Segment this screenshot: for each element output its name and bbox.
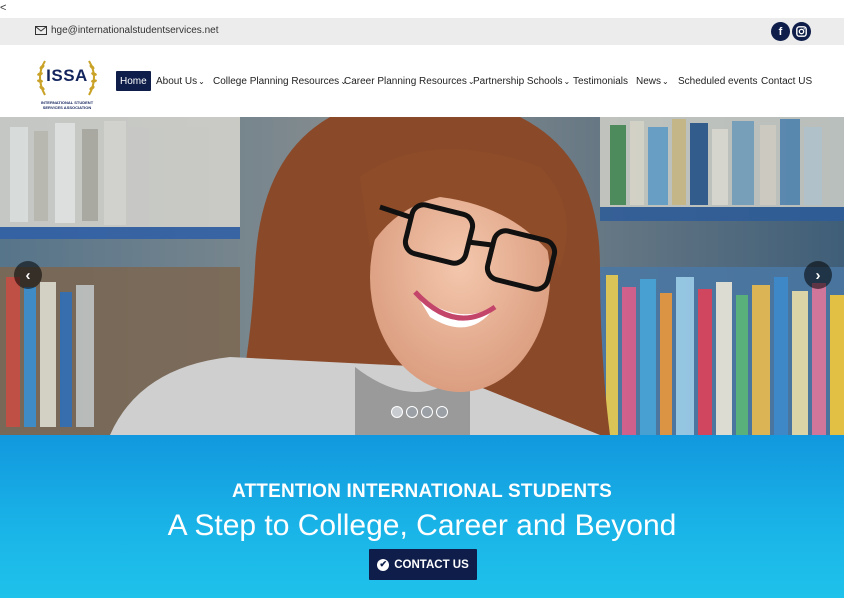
chevron-down-icon: ⌄ xyxy=(662,76,669,86)
logo-subtitle: INTERNATIONAL STUDENT SERVICES ASSOCIATI… xyxy=(40,100,94,110)
nav-testimonials[interactable]: Testimonials xyxy=(573,71,628,91)
nav-home[interactable]: Home xyxy=(116,71,151,91)
nav-home-label: Home xyxy=(120,75,147,87)
slider-dots xyxy=(391,406,451,418)
hero-slider: ‹ › xyxy=(0,117,844,435)
nav-career-planning-label: Career Planning Resources xyxy=(344,75,467,87)
contact-us-button-label: CONTACT US xyxy=(394,558,469,571)
slider-dot[interactable] xyxy=(436,406,448,418)
nav-scheduled-events-label: Scheduled events xyxy=(678,75,758,87)
nav-college-planning[interactable]: College Planning Resources ⌄ xyxy=(213,71,347,91)
nav-contact-us[interactable]: Contact US xyxy=(761,71,812,91)
check-circle-icon: ✔ xyxy=(377,558,390,571)
nav-contact-us-label: Contact US xyxy=(761,75,813,87)
slider-dot[interactable] xyxy=(421,406,433,418)
hero-photo xyxy=(0,117,844,435)
tagline: A Step to College, Career and Beyond xyxy=(167,509,677,542)
cta-band: ATTENTION INTERNATIONAL STUDENTS A Step … xyxy=(0,435,844,598)
slider-next-arrow[interactable]: › xyxy=(804,261,832,289)
nav-news-label: News xyxy=(636,75,662,87)
chevron-down-icon: ⌄ xyxy=(563,76,571,86)
slider-prev-arrow[interactable]: ‹ xyxy=(14,261,42,289)
back-glyph: < xyxy=(0,2,7,14)
contact-us-button[interactable]: ✔ CONTACT US xyxy=(369,549,477,580)
email-text: hge@internationalstudentservices.net xyxy=(51,25,219,36)
nav-testimonials-label: Testimonials xyxy=(573,75,629,87)
envelope-icon xyxy=(35,26,47,35)
nav-career-planning[interactable]: Career Planning Resources ⌄ xyxy=(344,71,475,91)
nav-partnership-schools-label: Partnership Schools xyxy=(473,75,563,87)
facebook-icon[interactable]: f xyxy=(771,22,790,41)
nav-college-planning-label: College Planning Resources xyxy=(213,75,340,87)
nav-partnership-schools[interactable]: Partnership Schools ⌄ xyxy=(473,71,570,91)
main-navbar: ISSA INTERNATIONAL STUDENT SERVICES ASSO… xyxy=(0,45,844,117)
chevron-left-icon: ‹ xyxy=(25,266,31,284)
chevron-right-icon: › xyxy=(815,266,821,284)
instagram-icon[interactable] xyxy=(792,22,811,41)
nav-news[interactable]: News ⌄ xyxy=(636,71,669,91)
attention-heading: ATTENTION INTERNATIONAL STUDENTS xyxy=(231,481,613,502)
chevron-down-icon: ⌄ xyxy=(198,76,205,86)
slider-dot[interactable] xyxy=(406,406,418,418)
nav-about-us[interactable]: About Us ⌄ xyxy=(156,71,205,91)
slider-dot[interactable] xyxy=(391,406,403,418)
nav-about-us-label: About Us xyxy=(156,75,198,87)
nav-scheduled-events[interactable]: Scheduled events xyxy=(678,71,758,91)
email-link[interactable]: hge@internationalstudentservices.net xyxy=(35,25,218,36)
issa-logo[interactable]: ISSA INTERNATIONAL STUDENT SERVICES ASSO… xyxy=(33,55,101,113)
top-contact-bar: hge@internationalstudentservices.net f xyxy=(0,18,844,45)
logo-text: ISSA xyxy=(46,66,88,85)
